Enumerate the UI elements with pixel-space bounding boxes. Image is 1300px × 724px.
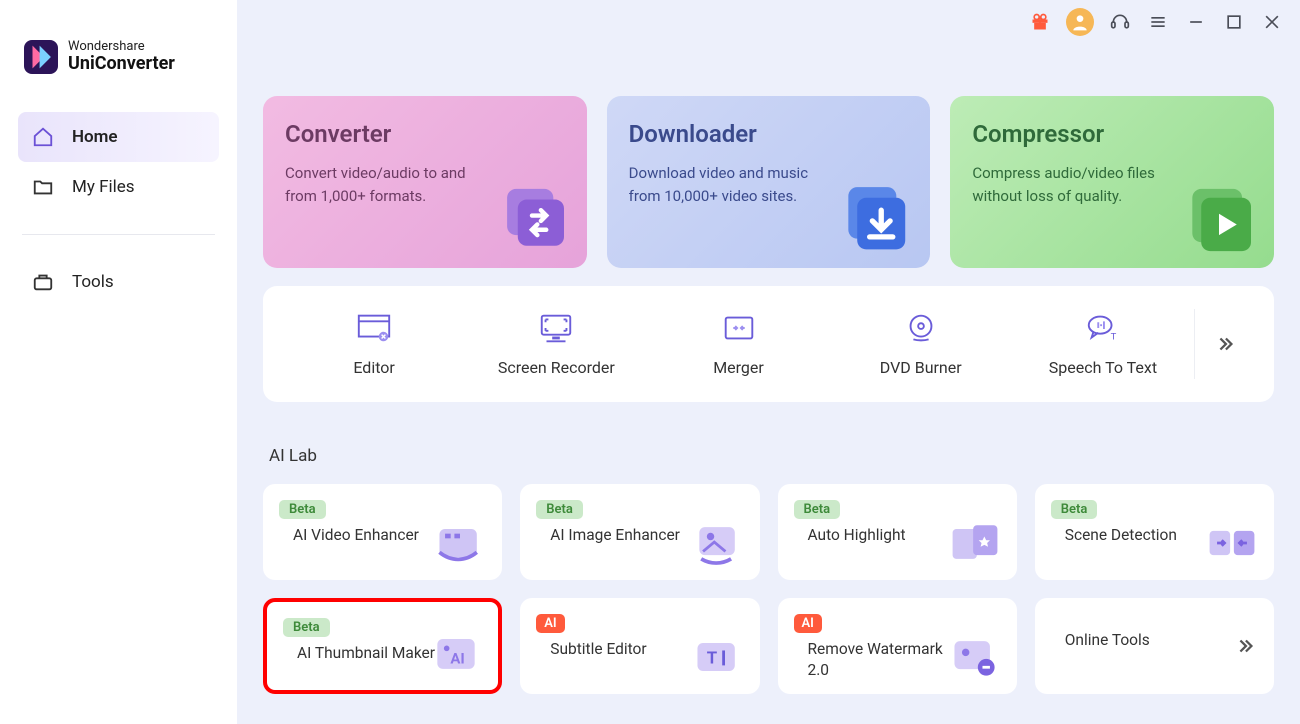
tool-screenrecorder[interactable]: Screen Recorder xyxy=(465,312,647,377)
tool-more[interactable] xyxy=(1194,309,1254,379)
tool-label: Screen Recorder xyxy=(498,358,615,377)
app-logo: Wondershare UniConverter xyxy=(18,40,219,74)
support-icon[interactable] xyxy=(1108,10,1132,34)
brand-name: Wondershare xyxy=(68,40,175,54)
card-title: AI Thumbnail Maker xyxy=(297,643,437,664)
user-avatar[interactable] xyxy=(1066,8,1094,36)
tool-label: Editor xyxy=(353,358,394,377)
badge-beta: Beta xyxy=(279,500,326,519)
sidebar-item-label: Tools xyxy=(72,272,114,292)
badge-beta: Beta xyxy=(794,500,841,519)
image-enhancer-icon xyxy=(690,518,746,568)
hero-desc: Download video and music from 10,000+ vi… xyxy=(629,162,839,209)
hero-row: Converter Convert video/audio to and fro… xyxy=(263,96,1274,268)
titlebar xyxy=(1028,8,1284,36)
card-title: Remove Watermark 2.0 xyxy=(808,639,948,681)
chevron-double-right-icon xyxy=(1214,333,1236,355)
divider xyxy=(22,234,215,235)
tool-label: Speech To Text xyxy=(1049,358,1157,377)
hero-title: Compressor xyxy=(972,120,1252,148)
remove-watermark-icon xyxy=(947,632,1003,682)
hero-desc: Compress audio/video files without loss … xyxy=(972,162,1182,209)
card-title: Subtitle Editor xyxy=(550,639,690,660)
ailab-grid: Beta AI Video Enhancer Beta AI Image Enh… xyxy=(263,484,1274,694)
card-ai-video-enhancer[interactable]: Beta AI Video Enhancer xyxy=(263,484,502,580)
sidebar-item-label: My Files xyxy=(72,177,135,197)
tool-editor[interactable]: Editor xyxy=(283,312,465,377)
compressor-icon xyxy=(1174,180,1264,260)
logo-icon xyxy=(24,40,58,74)
hero-title: Converter xyxy=(285,120,565,148)
maximize-button[interactable] xyxy=(1222,10,1246,34)
badge-beta: Beta xyxy=(536,500,583,519)
tool-merger[interactable]: Merger xyxy=(647,312,829,377)
sidebar-item-home[interactable]: Home xyxy=(18,112,219,162)
sidebar: Wondershare UniConverter Home My Files T… xyxy=(0,0,237,724)
speech-to-text-icon: T xyxy=(1084,312,1122,344)
sidebar-item-myfiles[interactable]: My Files xyxy=(18,162,219,212)
badge-ai: AI xyxy=(536,614,564,633)
svg-text:AI: AI xyxy=(451,649,465,667)
main-area: Converter Convert video/audio to and fro… xyxy=(237,0,1300,724)
section-title-ailab: AI Lab xyxy=(269,446,1274,466)
menu-icon[interactable] xyxy=(1146,10,1170,34)
card-scene-detection[interactable]: Beta Scene Detection xyxy=(1035,484,1274,580)
tool-label: Merger xyxy=(713,358,764,377)
card-online-tools[interactable]: Online Tools xyxy=(1035,598,1274,694)
hero-downloader[interactable]: Downloader Download video and music from… xyxy=(607,96,931,268)
sidebar-item-label: Home xyxy=(72,127,118,147)
subtitle-editor-icon: T xyxy=(690,632,746,682)
chevron-double-right-icon xyxy=(1234,635,1256,657)
card-auto-highlight[interactable]: Beta Auto Highlight xyxy=(778,484,1017,580)
card-ai-image-enhancer[interactable]: Beta AI Image Enhancer xyxy=(520,484,759,580)
badge-ai: AI xyxy=(794,614,822,633)
downloader-icon xyxy=(830,180,920,260)
svg-text:T: T xyxy=(706,649,717,669)
tool-strip: Editor Screen Recorder Merger DVD Burner… xyxy=(263,286,1274,402)
dvd-burner-icon xyxy=(902,312,940,344)
product-name: UniConverter xyxy=(68,54,175,74)
editor-icon xyxy=(355,312,393,344)
screen-recorder-icon xyxy=(537,312,575,344)
converter-icon xyxy=(487,180,577,260)
folder-icon xyxy=(32,176,54,198)
tool-speechtotext[interactable]: T Speech To Text xyxy=(1012,312,1194,377)
tool-dvdburner[interactable]: DVD Burner xyxy=(830,312,1012,377)
card-remove-watermark[interactable]: AI Remove Watermark 2.0 xyxy=(778,598,1017,694)
hero-converter[interactable]: Converter Convert video/audio to and fro… xyxy=(263,96,587,268)
minimize-button[interactable] xyxy=(1184,10,1208,34)
svg-text:T: T xyxy=(1111,331,1117,342)
home-icon xyxy=(32,126,54,148)
tool-label: DVD Burner xyxy=(880,358,962,377)
card-ai-thumbnail-maker[interactable]: Beta AI Thumbnail Maker AI xyxy=(263,598,502,694)
badge-beta: Beta xyxy=(1051,500,1098,519)
hero-title: Downloader xyxy=(629,120,909,148)
card-title: Scene Detection xyxy=(1065,525,1205,546)
badge-beta: Beta xyxy=(283,618,330,637)
card-title: AI Image Enhancer xyxy=(550,525,690,546)
thumbnail-maker-icon: AI xyxy=(428,628,484,678)
merger-icon xyxy=(720,312,758,344)
briefcase-icon xyxy=(32,271,54,293)
gift-icon[interactable] xyxy=(1028,10,1052,34)
video-enhancer-icon xyxy=(432,518,488,568)
hero-compressor[interactable]: Compressor Compress audio/video files wi… xyxy=(950,96,1274,268)
sidebar-item-tools[interactable]: Tools xyxy=(18,257,219,307)
scene-detection-icon xyxy=(1204,518,1260,568)
auto-highlight-icon xyxy=(947,518,1003,568)
card-subtitle-editor[interactable]: AI Subtitle Editor T xyxy=(520,598,759,694)
card-title: Online Tools xyxy=(1065,630,1205,651)
card-title: AI Video Enhancer xyxy=(293,525,433,546)
hero-desc: Convert video/audio to and from 1,000+ f… xyxy=(285,162,495,209)
card-title: Auto Highlight xyxy=(808,525,948,546)
close-button[interactable] xyxy=(1260,10,1284,34)
